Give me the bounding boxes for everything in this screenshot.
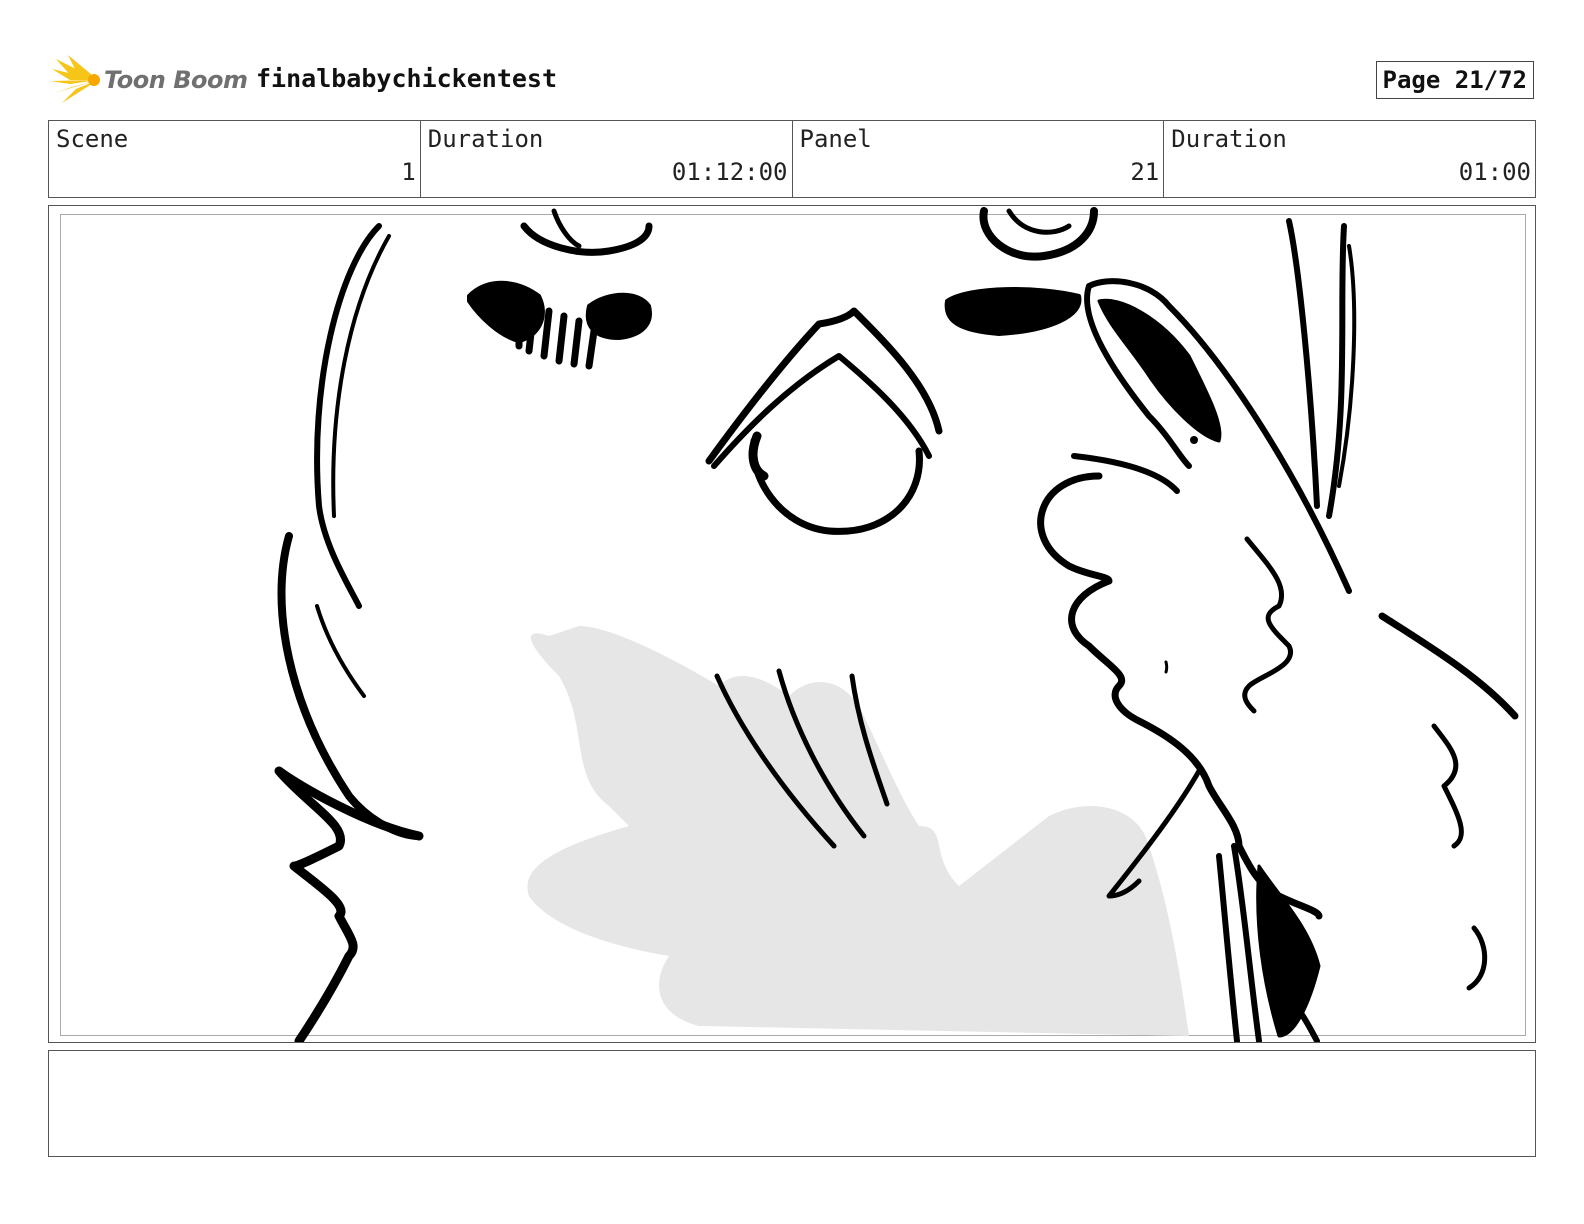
hair-stroke — [315, 604, 366, 698]
hair-stroke — [274, 766, 424, 1042]
scene-duration-cell: Duration 01:12:00 — [421, 121, 793, 197]
brow — [944, 287, 1082, 336]
page-indicator: Page 21/72 — [1375, 61, 1534, 99]
eye-lid — [1006, 208, 1072, 235]
wing-detail — [1242, 536, 1294, 714]
page-header: Toon Boom finalbabychickentest Page 21/7… — [50, 55, 1534, 105]
storyboard-panel — [48, 205, 1536, 1043]
scene-cell: Scene 1 — [49, 121, 421, 197]
panel-label: Panel — [799, 125, 872, 153]
page-number: Page 21/72 — [1382, 66, 1528, 94]
feather-stroke — [1216, 853, 1240, 1042]
hair-stroke — [331, 234, 391, 518]
starburst-icon — [50, 55, 100, 103]
feather-fill — [1256, 864, 1321, 1038]
motion-line — [1431, 723, 1464, 849]
panel-cell: Panel 21 — [793, 121, 1165, 197]
toon-boom-logo: Toon Boom — [50, 55, 248, 105]
hair-stroke — [314, 223, 382, 609]
storyboard-sketch — [274, 207, 1519, 1042]
panel-duration-cell: Duration 01:00 — [1164, 121, 1535, 197]
scene-duration-label: Duration — [427, 125, 544, 153]
eye-outline — [520, 222, 653, 256]
brow — [515, 297, 598, 370]
motion-line — [1466, 925, 1488, 991]
scene-duration-value: 01:12:00 — [671, 158, 788, 186]
hair-stroke — [1286, 218, 1320, 509]
mouth-circle — [749, 437, 923, 535]
scene-label: Scene — [56, 125, 129, 153]
beak-tip — [748, 431, 769, 481]
scene-value: 1 — [401, 158, 416, 186]
eye-lid — [551, 208, 582, 249]
beak-outline — [705, 307, 943, 465]
ink-dot — [1190, 436, 1198, 444]
motion-line — [1164, 660, 1169, 674]
motion-line — [1378, 612, 1519, 720]
project-title: finalbabychickentest — [256, 64, 558, 93]
panel-value: 21 — [1130, 158, 1160, 186]
scene-info-row: Scene 1 Duration 01:12:00 Panel 21 Durat… — [48, 120, 1536, 198]
panel-duration-value: 01:00 — [1458, 158, 1531, 186]
panel-notes — [48, 1050, 1536, 1157]
logo-wordmark: Toon Boom — [104, 66, 248, 94]
panel-duration-label: Duration — [1171, 125, 1287, 153]
